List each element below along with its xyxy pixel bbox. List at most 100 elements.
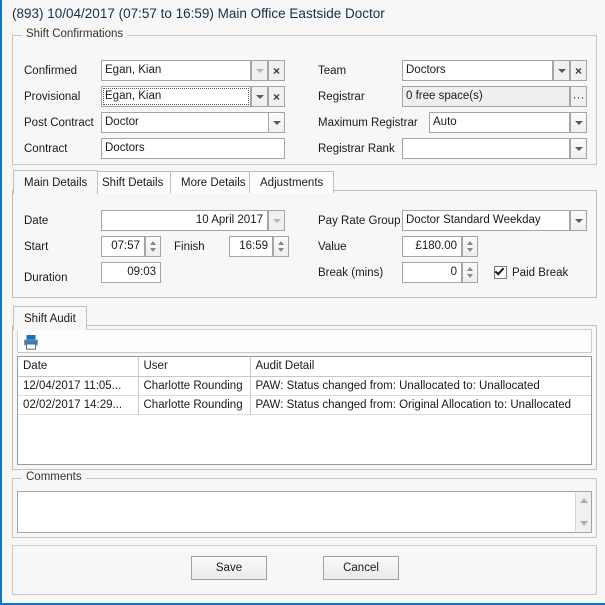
cell-date: 12/04/2017 11:05...: [18, 376, 139, 396]
close-icon: ×: [272, 63, 280, 78]
registrar-rank-dropdown-button[interactable]: [570, 138, 587, 159]
tab-adjustments[interactable]: Adjustments: [249, 171, 335, 193]
column-header-user[interactable]: User: [138, 357, 251, 377]
date-picker-button[interactable]: [268, 210, 285, 231]
provisional-clear-button[interactable]: ×: [268, 86, 285, 107]
page-title: (893) 10/04/2017 (07:57 to 16:59) Main O…: [12, 6, 385, 21]
chevron-down-icon: [574, 146, 583, 151]
duration-label: Duration: [24, 272, 68, 284]
post-contract-input[interactable]: Doctor: [101, 112, 285, 133]
chevron-down-icon: [557, 68, 566, 73]
tab-label: Adjustments: [260, 176, 324, 189]
start-time-input[interactable]: 07:57: [101, 236, 145, 257]
stepper-up-icon: [278, 240, 284, 245]
tab-label: Main Details: [24, 176, 88, 189]
table-row[interactable]: 02/02/2017 14:29... Charlotte Rounding P…: [18, 395, 591, 415]
maximum-registrar-dropdown-button[interactable]: [570, 112, 587, 133]
cell-detail: PAW: Status changed from: Original Alloc…: [250, 395, 591, 415]
team-dropdown-button[interactable]: [553, 60, 570, 81]
save-button[interactable]: Save: [191, 556, 267, 580]
value-input[interactable]: £180.00: [402, 236, 462, 257]
post-contract-label: Post Contract: [24, 117, 94, 129]
scroll-up-icon[interactable]: [580, 498, 588, 503]
shift-dialog-window: (893) 10/04/2017 (07:57 to 16:59) Main O…: [0, 0, 605, 605]
duration-input: 09:03: [101, 262, 161, 283]
tab-label: Shift Audit: [24, 312, 76, 325]
tab-label: Shift Details: [102, 176, 164, 189]
finish-time-stepper[interactable]: [273, 236, 289, 257]
check-icon: [494, 265, 505, 276]
value-stepper[interactable]: [462, 236, 478, 257]
confirmed-input[interactable]: Egan, Kian: [101, 60, 251, 81]
date-input[interactable]: 10 April 2017: [101, 210, 268, 231]
stepper-down-icon: [467, 274, 473, 279]
tab-shift-audit[interactable]: Shift Audit: [13, 306, 87, 330]
table-header-row: Date User Audit Detail: [18, 357, 591, 377]
column-header-audit-detail[interactable]: Audit Detail: [250, 357, 591, 377]
print-icon[interactable]: [22, 333, 40, 351]
provisional-input[interactable]: Egan, Kian: [101, 86, 251, 107]
cancel-button[interactable]: Cancel: [323, 556, 399, 580]
registrar-browse-button[interactable]: ···: [570, 86, 587, 107]
chevron-down-icon: [574, 120, 583, 125]
table-row[interactable]: 12/04/2017 11:05... Charlotte Rounding P…: [18, 376, 591, 396]
registrar-input: 0 free space(s): [402, 86, 570, 107]
finish-label: Finish: [174, 241, 205, 253]
registrar-label: Registrar: [318, 91, 365, 103]
break-mins-label: Break (mins): [318, 267, 384, 279]
date-label: Date: [24, 215, 49, 227]
stepper-up-icon: [467, 240, 473, 245]
column-header-date[interactable]: Date: [18, 357, 139, 377]
paid-break-label: Paid Break: [512, 267, 569, 279]
chevron-down-icon: [255, 94, 264, 99]
chevron-down-icon: [272, 218, 281, 223]
provisional-dropdown-button[interactable]: [251, 86, 268, 107]
close-icon: ×: [574, 63, 582, 78]
post-contract-dropdown-button[interactable]: [268, 112, 285, 133]
pay-rate-group-input[interactable]: Doctor Standard Weekday: [402, 210, 570, 231]
cancel-button-label: Cancel: [343, 562, 379, 574]
shift-audit-toolbar: [17, 329, 592, 353]
team-label: Team: [318, 65, 347, 77]
comments-textarea[interactable]: [17, 491, 592, 533]
dialog-button-bar: [12, 545, 597, 595]
tab-label: More Details: [181, 176, 246, 189]
start-time-stepper[interactable]: [145, 236, 161, 257]
stepper-down-icon: [467, 248, 473, 253]
cell-user: Charlotte Rounding: [138, 395, 251, 415]
tab-more-details[interactable]: More Details: [170, 171, 257, 193]
ellipsis-icon: ···: [572, 89, 585, 104]
cell-date: 02/02/2017 14:29...: [18, 395, 139, 415]
shift-confirmations-legend: Shift Confirmations: [22, 28, 128, 40]
comments-legend: Comments: [22, 471, 86, 483]
confirmed-clear-button[interactable]: ×: [268, 60, 285, 81]
confirmed-dropdown-button[interactable]: [251, 60, 268, 81]
registrar-rank-input[interactable]: [402, 138, 570, 159]
tab-main-details[interactable]: Main Details: [13, 170, 99, 194]
paid-break-checkbox[interactable]: [494, 265, 507, 279]
team-input[interactable]: Doctors: [402, 60, 553, 81]
maximum-registrar-label: Maximum Registrar: [318, 117, 418, 129]
value-label: Value: [318, 241, 347, 253]
pay-rate-group-label: Pay Rate Group: [318, 215, 401, 227]
stepper-up-icon: [467, 266, 473, 271]
break-mins-stepper[interactable]: [462, 262, 478, 283]
shift-audit-grid[interactable]: Date User Audit Detail 12/04/2017 11:05.…: [17, 356, 592, 465]
scroll-down-icon[interactable]: [580, 521, 588, 526]
registrar-rank-label: Registrar Rank: [318, 143, 395, 155]
tab-shift-details[interactable]: Shift Details: [91, 171, 175, 193]
stepper-up-icon: [150, 240, 156, 245]
team-clear-button[interactable]: ×: [570, 60, 587, 81]
confirmed-label: Confirmed: [24, 65, 78, 77]
break-mins-input[interactable]: 0: [402, 262, 462, 283]
stepper-down-icon: [150, 248, 156, 253]
finish-time-input[interactable]: 16:59: [229, 236, 273, 257]
contract-label: Contract: [24, 143, 68, 155]
pay-rate-group-dropdown-button[interactable]: [570, 210, 587, 231]
provisional-label: Provisional: [24, 91, 81, 103]
comments-scrollbar[interactable]: [575, 492, 591, 532]
chevron-down-icon: [574, 218, 583, 223]
contract-input[interactable]: Doctors: [101, 138, 285, 159]
maximum-registrar-input[interactable]: Auto: [429, 112, 570, 133]
details-tab-panel: [12, 190, 597, 298]
